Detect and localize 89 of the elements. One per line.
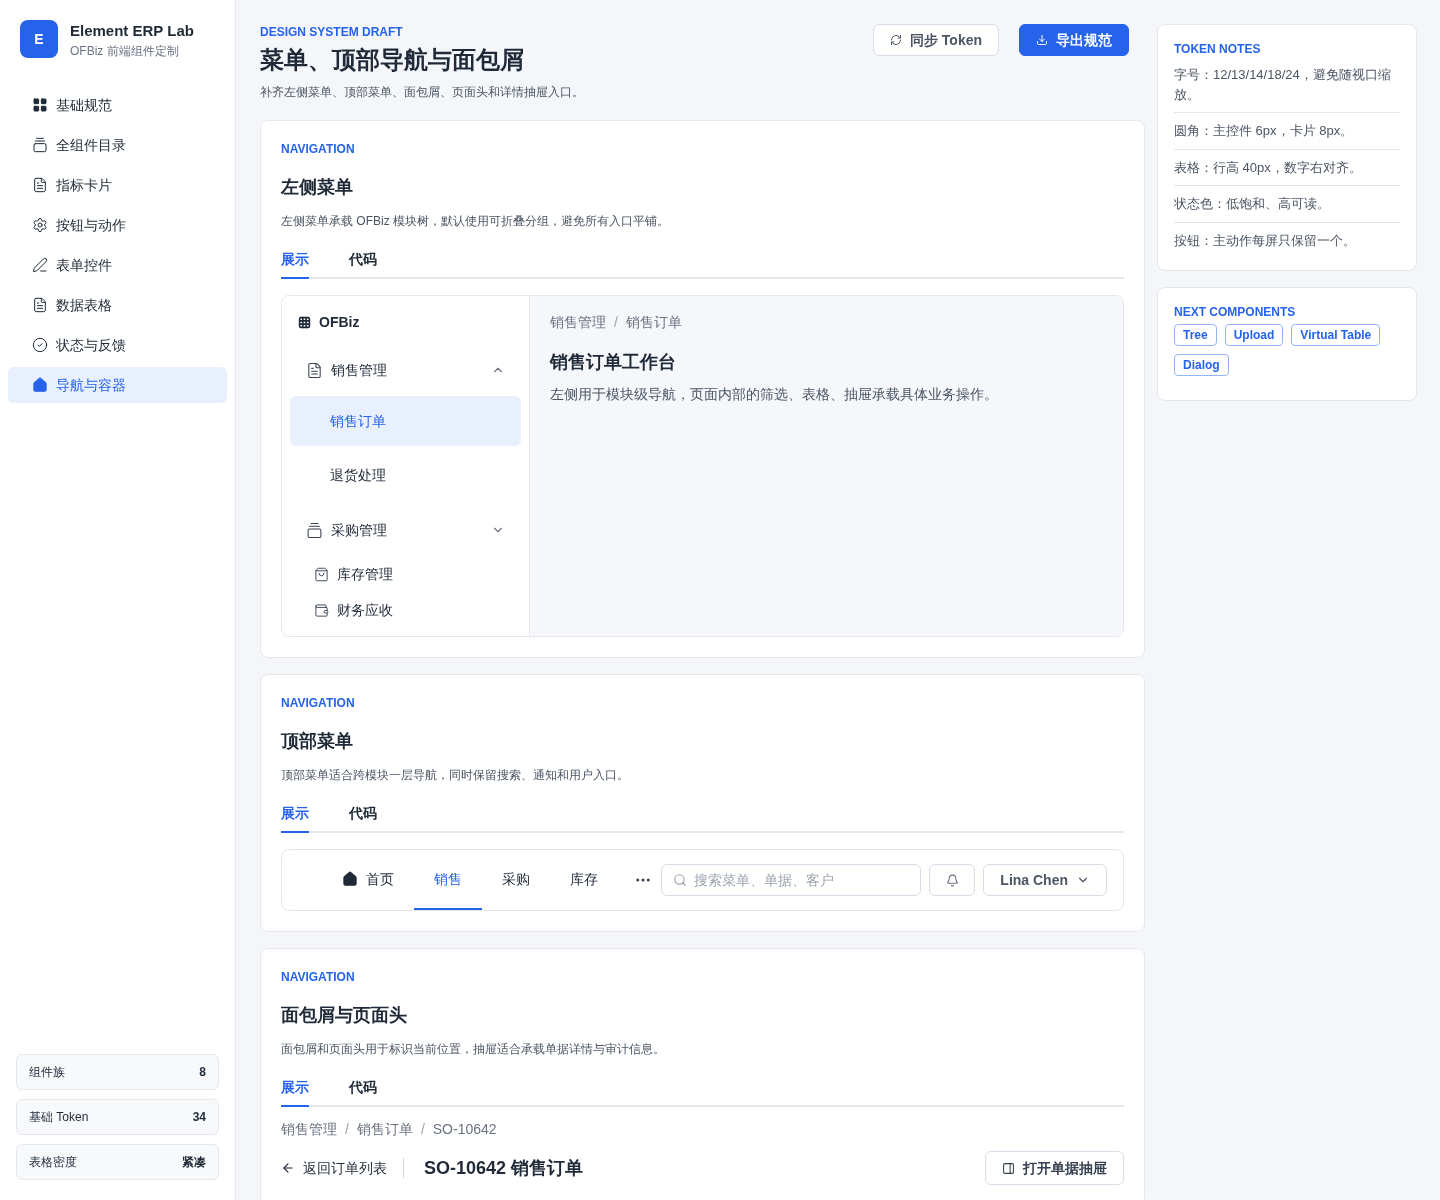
top-menu-item[interactable]: 销售 [414,850,482,910]
page-title: SO-10642 销售订单 [424,1157,584,1180]
menu-item[interactable]: 财务应收 [290,592,521,628]
breadcrumb-separator: / [345,1120,349,1139]
back-link[interactable]: 返回订单列表 [281,1158,404,1178]
arrow-left-icon [281,1161,295,1175]
sidebar-item[interactable]: 数据表格 [8,286,227,323]
section-title: 左侧菜单 [281,176,354,199]
component-tag: Upload [1224,324,1284,346]
sidebar-item[interactable]: 基础规范 [8,86,227,123]
next-title: NEXT COMPONENTS [1174,304,1297,320]
note-text: 字号：12/13/14/18/24，避免随视口缩放。 [1174,66,1392,104]
logo: E [20,20,58,59]
top-menu-item[interactable]: 首页 [322,850,414,910]
page-heading: 菜单、顶部导航与面包屑 [260,45,525,75]
tab[interactable]: 展示 [281,803,309,833]
download-icon [1036,34,1048,46]
top-menu-item[interactable]: 采购 [482,850,550,910]
page-subtitle: 补齐左侧菜单、顶部菜单、面包屑、页面头和详情抽屉入口。 [260,84,584,100]
section-eyebrow: NAVIGATION [281,141,356,157]
document-icon [32,176,48,193]
menu-group[interactable]: 销售管理 [290,344,521,396]
content-description: 左侧用于模块级导航，页面内部的筛选、表格、抽屉承载具体业务操作。 [550,385,999,404]
breadcrumb-link[interactable]: 销售管理 [550,312,606,332]
menu-item[interactable]: 销售订单 [290,396,521,446]
open-drawer-button[interactable]: 打开单据抽屉 [985,1151,1124,1185]
menu-group[interactable]: 采购管理 [290,504,521,556]
home-icon [342,871,358,887]
component-tag: Dialog [1174,354,1229,376]
note-text: 按钮：主动作每屏只保留一个。 [1174,221,1400,258]
sync-button[interactable]: 同步 Token [872,24,999,56]
app-subtitle: OFBiz 前端组件定制 [70,42,180,59]
home-icon [32,376,48,393]
sidebar-item[interactable]: 状态与反馈 [8,326,227,363]
panel-icon [1002,1161,1015,1175]
breadcrumb-link[interactable]: 销售管理 [281,1119,337,1139]
refresh-icon [889,34,902,46]
stack-icon [32,136,48,153]
sidebar-item[interactable]: 全组件目录 [8,126,227,163]
breadcrumb-link[interactable]: 销售订单 [625,312,682,332]
section-title: 面包屑与页面头 [281,1004,408,1027]
tab[interactable]: 代码 [349,803,377,833]
component-tag: Virtual Table [1291,324,1381,346]
tab[interactable]: 展示 [281,249,309,279]
content-title: 销售订单工作台 [550,351,677,374]
menu-item[interactable]: 库存管理 [290,556,521,592]
sidebar-item[interactable]: 表单控件 [8,246,227,283]
top-menu-item[interactable]: 库存 [550,850,618,910]
sidebar-item[interactable]: 按钮与动作 [8,206,227,243]
sidebar-item[interactable]: 导航与容器 [8,366,227,403]
grid-icon [32,96,48,113]
section-title: 顶部菜单 [281,730,354,753]
sidebar-item[interactable]: 指标卡片 [8,166,227,203]
breadcrumb-separator: / [614,313,618,332]
pen-icon [32,256,48,273]
stat-label: 基础 Token [29,1109,89,1125]
stat-label: 表格密度 [29,1154,77,1170]
component-tag: Tree [1174,324,1217,346]
check-circle-icon [32,336,48,353]
section-eyebrow: NAVIGATION [281,969,356,985]
grid-icon [298,315,311,329]
user-menu-button[interactable]: Lina Chen [983,864,1107,896]
note-text: 圆角：主控件 6px，卡片 8px。 [1174,112,1400,149]
section-eyebrow: NAVIGATION [281,695,356,711]
note-text: 表格：行高 40px，数字右对齐。 [1174,148,1400,185]
breadcrumb-link[interactable]: 销售订单 [356,1119,413,1139]
tab[interactable]: 代码 [349,1077,377,1107]
breadcrumb-separator: / [420,1120,425,1139]
note-text: 状态色：低饱和、高可读。 [1174,185,1400,222]
breadcrumb-link[interactable]: SO-10642 [432,1119,497,1139]
stat-value: 34 [192,1109,206,1125]
section-description: 面包屑和页面头用于标识当前位置，抽屉适合承载单据详情与审计信息。 [281,1041,666,1057]
stat-value: 8 [199,1064,206,1080]
search-field[interactable]: 搜索菜单、单据、客户 [661,864,922,896]
section-description: 左侧菜单承载 OFBiz 模块树，默认使用可折叠分组，避免所有入口平铺。 [281,213,670,229]
tab[interactable]: 代码 [349,249,377,279]
stat-label: 组件族 [29,1064,65,1080]
menu-brand: OFBiz [319,313,360,332]
tab[interactable]: 展示 [281,1077,309,1107]
eyebrow: DESIGN SYSTEM DRAFT [260,24,404,40]
stat-value: 紧凑 [182,1154,206,1170]
bell-icon [945,873,959,887]
notes-title: TOKEN NOTES [1174,41,1262,57]
export-button[interactable]: 导出规范 [1019,24,1129,56]
app-title: Element ERP Lab [70,21,194,41]
gear-icon [32,216,48,233]
document-icon [32,296,48,313]
menu-item[interactable]: 退货处理 [290,450,521,500]
section-description: 顶部菜单适合跨模块一层导航，同时保留搜索、通知和用户入口。 [281,767,630,783]
